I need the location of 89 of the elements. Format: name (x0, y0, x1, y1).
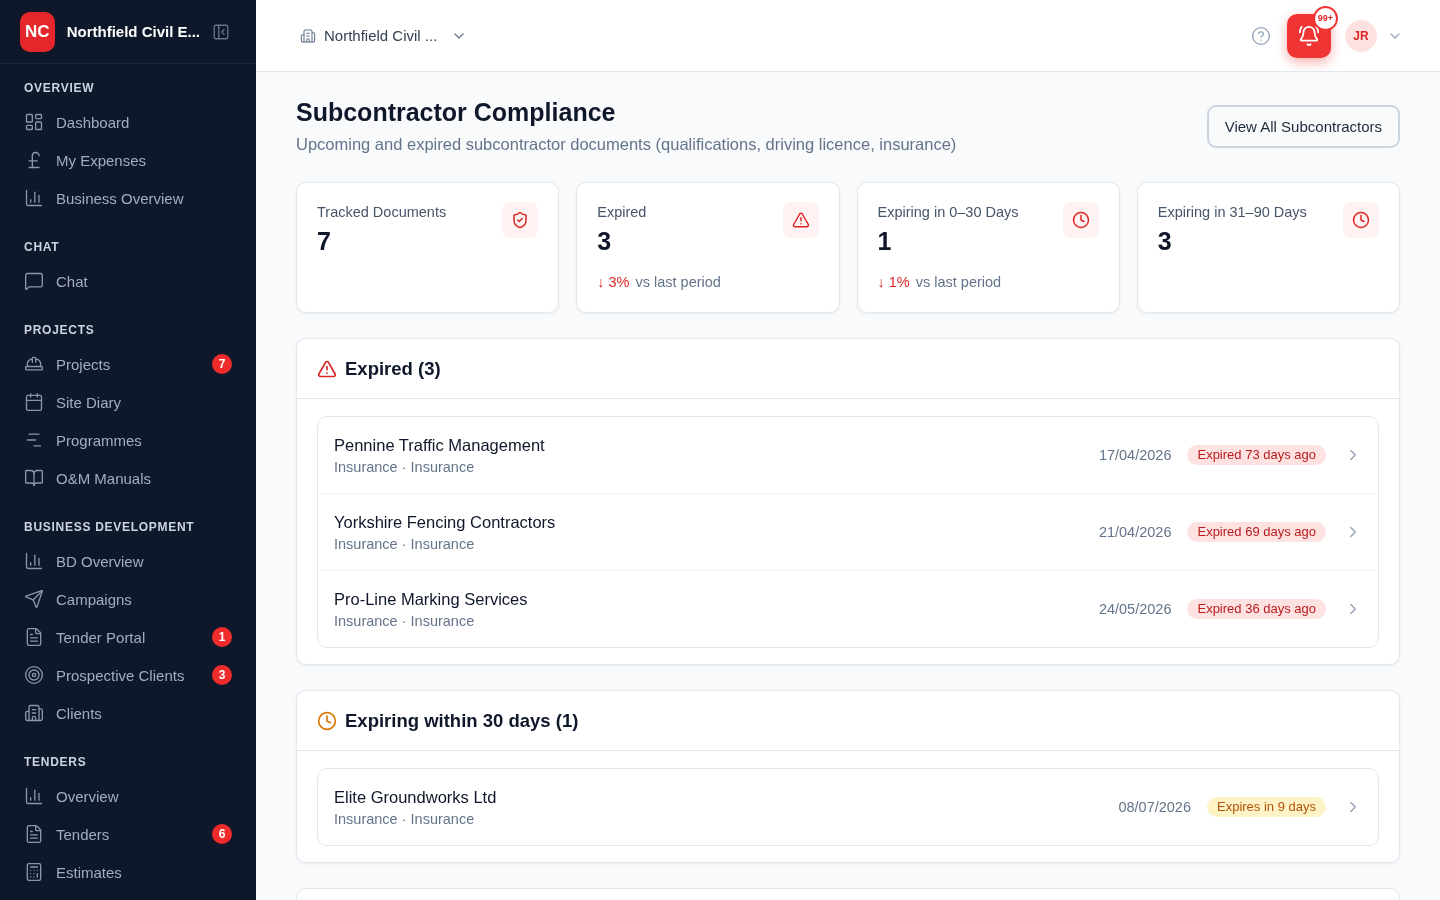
stat-value: 3 (597, 226, 612, 257)
status-badge: Expires in 9 days (1207, 797, 1326, 817)
stat-label: Expiring in 0–30 Days (877, 203, 1019, 222)
comparison-text: vs last period (915, 273, 1002, 292)
warning-icon (782, 202, 819, 238)
change-value: ↓ 1% (877, 273, 910, 292)
nav-item[interactable]: Dashboard (12, 103, 244, 141)
view-all-button[interactable]: View All Subcontractors (1206, 104, 1400, 148)
warning-icon (317, 358, 337, 379)
nav-item[interactable]: Clients (12, 694, 244, 732)
clock-icon (317, 710, 337, 731)
count-badge: 6 (212, 824, 232, 844)
status-badge: Expired 73 days ago (1187, 445, 1326, 465)
organization-switcher[interactable]: Northfield Civil ... (300, 27, 468, 44)
expiry-date: 17/04/2026 (1098, 447, 1172, 463)
nav-item[interactable]: Estimates (12, 853, 244, 891)
nav-item[interactable]: Tender Portal 1 (12, 618, 244, 656)
brand-logo: NC (20, 11, 55, 52)
nav-item[interactable]: BD Overview (12, 542, 244, 580)
building-icon (300, 27, 316, 44)
nav-item[interactable]: O&M Manuals (12, 459, 244, 497)
stat-value: 3 (1157, 226, 1172, 257)
nav-section-title: CHAT (24, 239, 60, 255)
clock-icon (1062, 202, 1099, 238)
panel-collapse-icon (212, 22, 230, 41)
nav-item[interactable]: Business Overview (12, 179, 244, 217)
bar-chart-icon (24, 188, 44, 208)
help-icon (1251, 25, 1271, 46)
document-type: Insurance · Insurance (334, 612, 475, 631)
bar-chart-icon (24, 551, 44, 571)
collapse-sidebar-button[interactable] (212, 22, 230, 41)
nav-section-title: OVERVIEW (24, 80, 95, 96)
open-book-icon (24, 468, 44, 488)
page-title: Subcontractor Compliance (296, 97, 616, 128)
count-badge: 3 (212, 665, 232, 685)
count-badge: 7 (212, 354, 232, 374)
comparison-text: vs last period (635, 273, 721, 292)
nav-item[interactable]: Site Diary (12, 383, 244, 421)
nav-item[interactable]: Programmes (12, 421, 244, 459)
stat-label: Expiring in 31–90 Days (1157, 203, 1307, 222)
nav-item[interactable]: Campaigns (12, 580, 244, 618)
status-badge: Expired 36 days ago (1187, 599, 1326, 619)
clock-icon (1343, 202, 1379, 238)
calculator-icon (24, 862, 44, 882)
subcontractor-name: Yorkshire Fencing Contractors (334, 512, 556, 533)
subcontractor-name: Elite Groundworks Ltd (334, 787, 497, 808)
nav-section-title: PROJECTS (24, 322, 95, 338)
calendar-icon (24, 392, 44, 412)
shield-check-icon (502, 202, 539, 238)
target-icon (24, 665, 44, 685)
building-icon (24, 703, 44, 723)
page-subtitle: Upcoming and expired subcontractor documents (qualifications, driving licence, insurance) (296, 134, 957, 155)
nav-item[interactable]: Projects 7 (12, 345, 244, 383)
subcontractor-name: Pro-Line Marking Services (334, 589, 528, 610)
section-title: Expired (3) (345, 357, 441, 380)
bell-icon (1298, 24, 1320, 47)
status-badge: Expired 69 days ago (1187, 522, 1326, 542)
chat-bubble-icon (24, 271, 44, 291)
document-icon (24, 824, 44, 844)
stat-label: Tracked Documents (317, 203, 447, 222)
help-button[interactable] (1251, 25, 1271, 46)
document-type: Insurance · Insurance (334, 810, 475, 829)
nav-item[interactable]: Chat (12, 262, 244, 300)
notification-badge: 99+ (1313, 5, 1338, 31)
user-avatar[interactable]: JR (1345, 19, 1377, 52)
nav-section-title: BUSINESS DEVELOPMENT (24, 519, 195, 535)
nav-item[interactable]: Prospective Clients 3 (12, 656, 244, 694)
expiry-date: 08/07/2026 (1118, 799, 1191, 815)
stat-value: 1 (877, 226, 892, 257)
stat-label: Expired (597, 203, 647, 222)
change-value: ↓ 3% (597, 273, 630, 292)
dashboard-grid-icon (24, 112, 44, 132)
hard-hat-icon (24, 354, 44, 374)
section-title: Expiring within 30 days (1) (345, 709, 579, 732)
nav-item[interactable]: My Expenses (12, 141, 244, 179)
paper-plane-icon (24, 589, 44, 609)
subcontractor-name: Pennine Traffic Management (334, 435, 545, 456)
document-icon (24, 627, 44, 647)
brand-name: Northfield Civil E... (66, 23, 200, 40)
document-type: Insurance · Insurance (334, 535, 475, 554)
document-type: Insurance · Insurance (334, 458, 475, 477)
bar-chart-icon (24, 786, 44, 806)
expiry-date: 21/04/2026 (1098, 524, 1172, 540)
count-badge: 1 (212, 627, 232, 647)
nav-item[interactable]: Tenders 6 (12, 815, 244, 853)
nav-section-title: TENDERS (24, 754, 87, 770)
expiry-date: 24/05/2026 (1098, 601, 1172, 617)
stat-value: 7 (317, 226, 331, 257)
nav-item[interactable]: Overview (12, 777, 244, 815)
